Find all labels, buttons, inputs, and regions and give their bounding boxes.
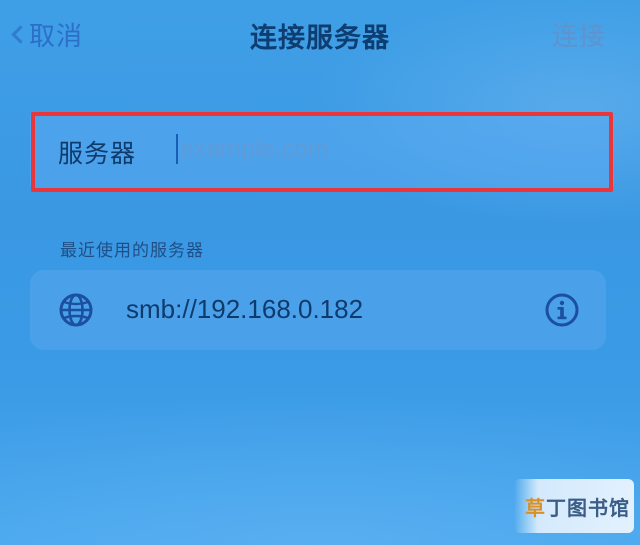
server-address-row: 服务器 xyxy=(30,112,614,188)
connect-button[interactable]: 连接 xyxy=(552,16,606,53)
watermark-logo: 草丁图书馆 xyxy=(525,492,630,521)
recent-server-item[interactable]: smb://192.168.0.182 xyxy=(30,270,606,350)
globe-icon xyxy=(59,293,93,327)
recent-servers-header: 最近使用的服务器 xyxy=(60,241,204,261)
watermark-rest: 丁图书馆 xyxy=(546,496,630,520)
server-address-input[interactable] xyxy=(176,126,600,172)
watermark-prefix: 草 xyxy=(525,496,546,520)
navigation-bar: 取消 连接服务器 连接 xyxy=(0,0,640,70)
recent-server-address: smb://192.168.0.182 xyxy=(126,294,364,324)
info-icon[interactable] xyxy=(544,292,580,328)
server-field-label: 服务器 xyxy=(58,139,137,168)
page-title: 连接服务器 xyxy=(250,23,390,54)
text-caret xyxy=(176,134,178,164)
